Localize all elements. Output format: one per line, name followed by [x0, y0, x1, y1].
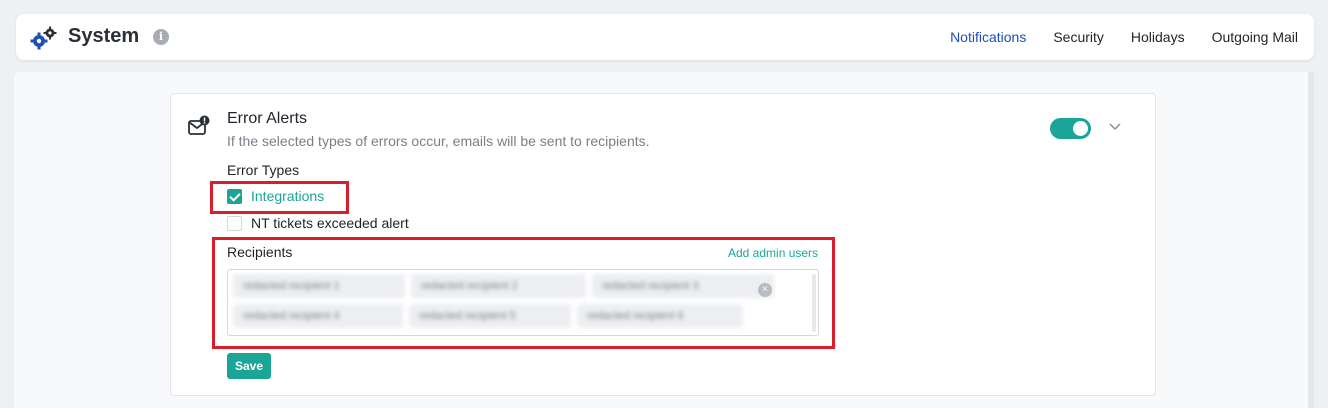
toggle-knob	[1073, 121, 1088, 136]
tab-notifications[interactable]: Notifications	[950, 29, 1026, 45]
settings-nav: Notifications Security Holidays Outgoing…	[923, 29, 1298, 45]
page-title: System	[68, 25, 140, 47]
mail-alert-icon	[188, 115, 210, 135]
tab-security[interactable]: Security	[1053, 29, 1104, 45]
card-title: Error Alerts	[227, 110, 308, 127]
tab-holidays[interactable]: Holidays	[1131, 29, 1185, 45]
gears-icon	[30, 26, 57, 50]
page-header: System i Notifications Security Holidays…	[16, 14, 1314, 60]
highlight-box-recipients	[212, 237, 835, 349]
error-types-label: Error Types	[227, 162, 300, 178]
error-alerts-toggle[interactable]	[1050, 118, 1091, 139]
card-description: If the selected types of errors occur, e…	[227, 133, 650, 149]
info-icon[interactable]: i	[153, 29, 169, 45]
save-button[interactable]: Save	[227, 353, 271, 379]
panel-scrollbar[interactable]	[1308, 72, 1314, 408]
chevron-down-icon[interactable]	[1108, 122, 1122, 132]
error-type-label: NT tickets exceeded alert	[251, 215, 409, 231]
tab-outgoing-mail[interactable]: Outgoing Mail	[1212, 29, 1298, 45]
error-type-nt-tickets[interactable]: NT tickets exceeded alert	[227, 215, 409, 231]
checkbox[interactable]	[227, 215, 242, 231]
highlight-box-integrations	[210, 181, 349, 214]
